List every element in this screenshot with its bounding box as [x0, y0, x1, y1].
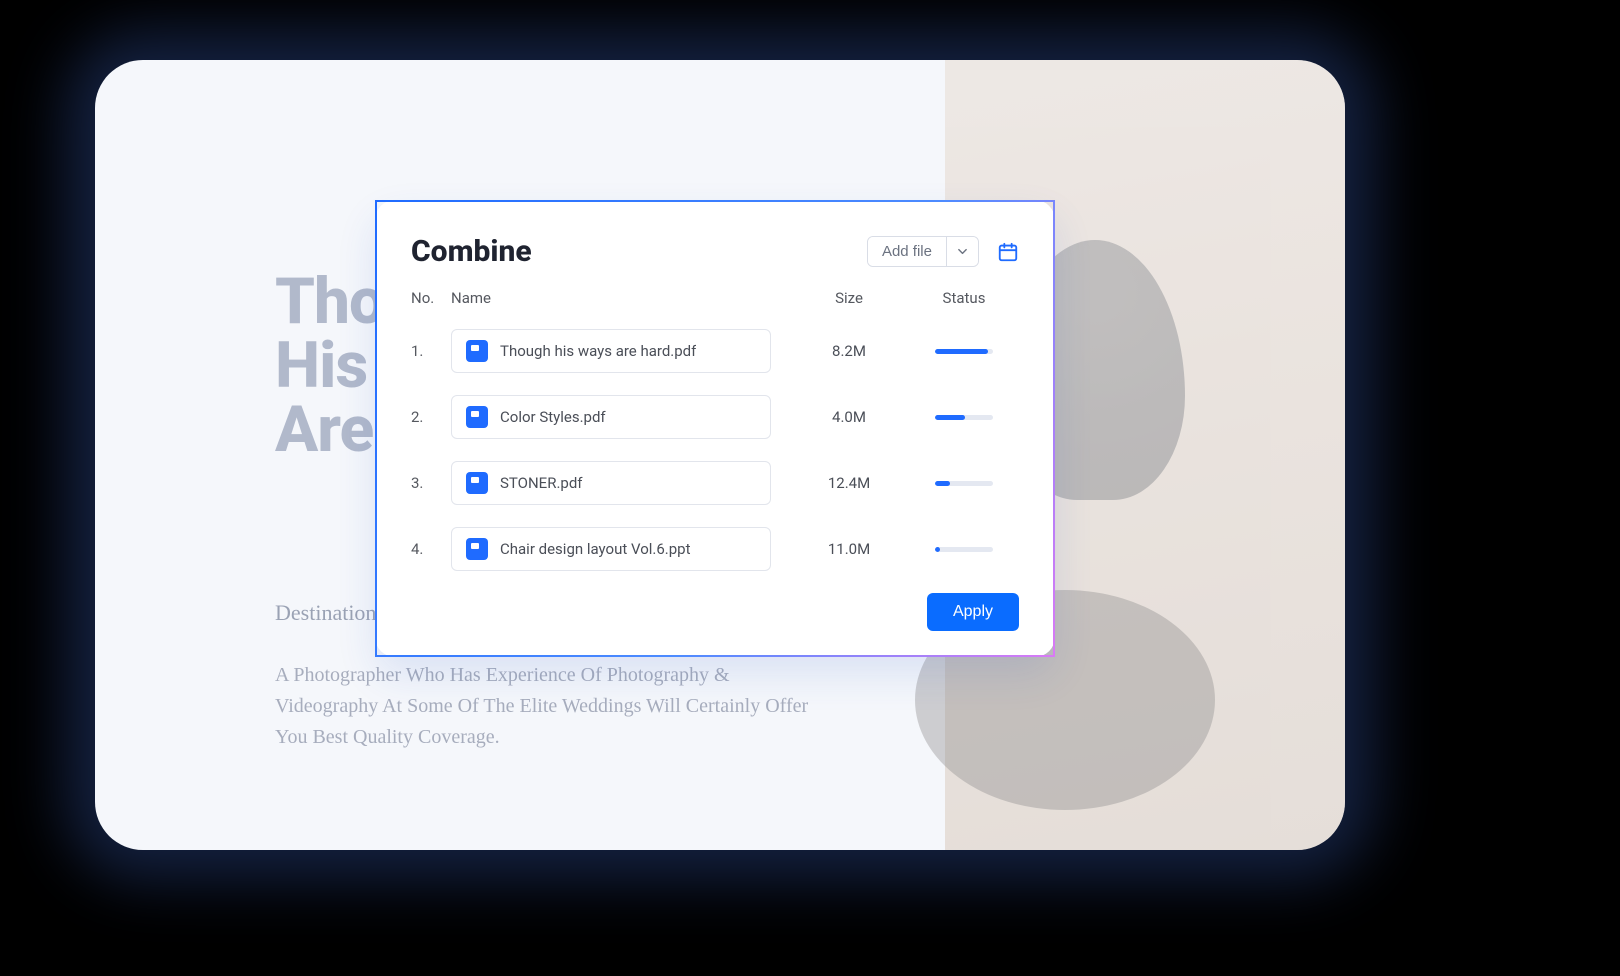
file-name: STONER.pdf [500, 474, 583, 492]
progress-bar [935, 481, 993, 486]
file-size: 12.4M [789, 474, 909, 492]
column-header-name: Name [451, 289, 789, 307]
file-icon [466, 406, 488, 428]
row-number: 4. [411, 540, 451, 558]
column-header-status: Status [909, 289, 1019, 307]
file-icon [466, 538, 488, 560]
dialog-title: Combine [411, 234, 867, 269]
file-chip[interactable]: Color Styles.pdf [451, 395, 771, 439]
file-chip[interactable]: Chair design layout Vol.6.ppt [451, 527, 771, 571]
table-row: 4. Chair design layout Vol.6.ppt 11.0M [411, 527, 1019, 571]
file-name: Though his ways are hard.pdf [500, 342, 696, 360]
table-header-row: No. Name Size Status [411, 289, 1019, 307]
add-file-split-button: Add file [867, 236, 979, 267]
file-size: 8.2M [789, 342, 909, 360]
file-size: 4.0M [789, 408, 909, 426]
table-row: 3. STONER.pdf 12.4M [411, 461, 1019, 505]
background-paragraph: A Photographer Who Has Experience Of Pho… [275, 660, 815, 753]
file-status [909, 415, 1019, 420]
chevron-down-icon [957, 246, 968, 257]
apply-button[interactable]: Apply [927, 593, 1019, 631]
table-row: 2. Color Styles.pdf 4.0M [411, 395, 1019, 439]
file-icon [466, 472, 488, 494]
table-row: 1. Though his ways are hard.pdf 8.2M [411, 329, 1019, 373]
combine-dialog: Combine Add file No. Name Size Status 1.… [375, 200, 1055, 657]
file-chip[interactable]: Though his ways are hard.pdf [451, 329, 771, 373]
add-file-button[interactable]: Add file [868, 237, 946, 266]
row-number: 2. [411, 408, 451, 426]
column-header-size: Size [789, 289, 909, 307]
calendar-icon[interactable] [997, 241, 1019, 263]
file-size: 11.0M [789, 540, 909, 558]
row-number: 1. [411, 342, 451, 360]
file-status [909, 481, 1019, 486]
file-icon [466, 340, 488, 362]
file-status [909, 349, 1019, 354]
row-number: 3. [411, 474, 451, 492]
progress-bar [935, 547, 993, 552]
progress-bar [935, 349, 993, 354]
file-name: Chair design layout Vol.6.ppt [500, 540, 691, 558]
progress-bar [935, 415, 993, 420]
column-header-no: No. [411, 289, 451, 307]
file-name: Color Styles.pdf [500, 408, 606, 426]
add-file-dropdown-button[interactable] [946, 237, 978, 266]
file-status [909, 547, 1019, 552]
file-chip[interactable]: STONER.pdf [451, 461, 771, 505]
